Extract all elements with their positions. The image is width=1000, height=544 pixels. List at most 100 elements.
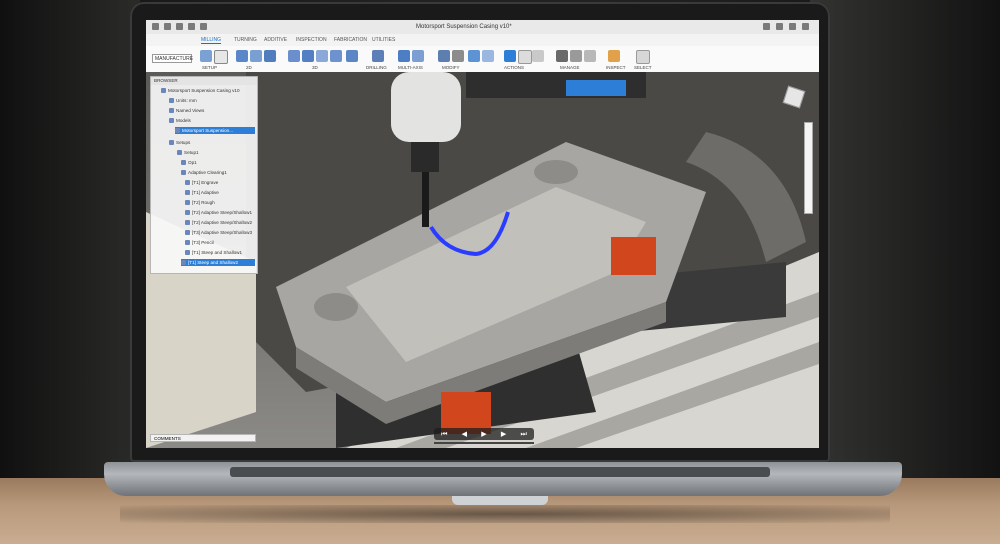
document-icon — [161, 88, 166, 94]
group-label-2d[interactable]: 2D — [246, 65, 252, 70]
tab-inspection[interactable]: INSPECTION — [296, 37, 327, 43]
side-slider[interactable] — [804, 122, 813, 214]
browser-item[interactable]: [T3] Adaptive Steep/Shallow3 — [185, 229, 252, 236]
new-setup-icon[interactable] — [214, 50, 228, 64]
workpiece-hole-top — [534, 160, 578, 184]
browser-item[interactable]: Named Views — [169, 107, 204, 114]
group-label-modify[interactable]: MODIFY — [442, 65, 460, 70]
skip-forward-icon[interactable]: ⏭ — [521, 431, 527, 438]
browser-item[interactable]: [T1] Engrave — [185, 179, 218, 186]
select-icon[interactable] — [636, 50, 650, 64]
browser-item[interactable]: [T1] Adaptive — [185, 189, 219, 196]
account-icon[interactable] — [802, 23, 809, 30]
group-label-multi-axis[interactable]: MULTI-AXIS — [398, 65, 423, 70]
browser-item[interactable]: Op1 — [181, 159, 197, 166]
browser-item[interactable]: [T2] Rough — [185, 199, 215, 206]
group-label-drilling[interactable]: DRILLING — [366, 65, 387, 70]
comments-panel[interactable]: COMMENTS — [150, 434, 256, 442]
simulate-icon[interactable] — [468, 50, 480, 62]
browser-item[interactable]: Setups — [169, 139, 190, 146]
tab-fabrication[interactable]: FABRICATION — [334, 37, 367, 43]
tool-library-icon[interactable] — [556, 50, 568, 62]
2d-adaptive-icon[interactable] — [236, 50, 248, 62]
browser-item[interactable]: Adaptive Clearing1 — [181, 169, 227, 176]
modify-icon[interactable] — [438, 50, 450, 62]
workpiece-hole-left — [314, 293, 358, 321]
multi-axis-icon[interactable] — [398, 50, 410, 62]
group-label-actions[interactable]: ACTIONS — [504, 65, 524, 70]
browser-item[interactable]: Motorsport Suspension Casing v10 — [161, 87, 240, 94]
browser-panel[interactable]: BROWSER Motorsport Suspension Casing v10… — [150, 76, 258, 274]
group-label-inspect[interactable]: INSPECT — [606, 65, 626, 70]
workspace-dropdown[interactable]: MANUFACTURE — [152, 54, 193, 63]
inspect-icon[interactable] — [608, 50, 620, 62]
group-label-setup[interactable]: SETUP — [202, 65, 217, 70]
background-left — [0, 0, 140, 480]
tab-utilities[interactable]: UTILITIES — [372, 37, 395, 43]
file-icon[interactable] — [164, 23, 171, 30]
group-label-manage[interactable]: MANAGE — [560, 65, 580, 70]
redo-icon[interactable] — [200, 23, 207, 30]
2d-contour-icon[interactable] — [264, 50, 276, 62]
operation-icon — [185, 230, 190, 236]
folder-icon — [169, 118, 174, 124]
browser-item[interactable]: Setup1 — [177, 149, 199, 156]
browser-item[interactable]: [T1] Steep and Shallow1 — [185, 249, 242, 256]
step-forward-icon[interactable]: ▶ — [501, 431, 506, 438]
group-label-3d[interactable]: 3D — [312, 65, 318, 70]
setup-icon[interactable] — [200, 50, 212, 62]
operation-icon — [185, 240, 190, 246]
post-process-icon[interactable] — [482, 50, 494, 62]
swarf-icon[interactable] — [412, 50, 424, 62]
save-icon[interactable] — [176, 23, 183, 30]
tab-turning[interactable]: TURNING — [234, 37, 257, 43]
browser-item[interactable]: [T3] Pencil — [185, 239, 214, 246]
3d-viewport[interactable]: BROWSER Motorsport Suspension Casing v10… — [146, 72, 819, 448]
add-tab-icon[interactable] — [763, 23, 770, 30]
quick-access-toolbar — [152, 23, 207, 30]
group-label-select[interactable]: SELECT — [634, 65, 652, 70]
3d-flow-icon[interactable] — [346, 50, 358, 62]
modify-options-icon[interactable] — [452, 50, 464, 62]
component-icon — [175, 128, 180, 134]
fixture-clamp-right — [611, 237, 656, 275]
machine-library-icon[interactable] — [584, 50, 596, 62]
browser-item[interactable]: [T2] Adaptive Steep/Shallow1 — [185, 209, 252, 216]
template-library-icon[interactable] — [570, 50, 582, 62]
operation-icon — [181, 260, 186, 266]
nc-program-icon[interactable] — [532, 50, 544, 62]
actions-active-icon[interactable] — [504, 50, 516, 62]
tab-milling[interactable]: MILLING — [201, 37, 222, 44]
step-back-icon[interactable]: ◀ — [462, 431, 467, 438]
drilling-icon[interactable] — [372, 50, 384, 62]
skip-back-icon[interactable]: ⏮ — [441, 431, 447, 438]
operation-icon — [181, 160, 186, 166]
operation-icon — [185, 210, 190, 216]
3d-scallop-icon[interactable] — [330, 50, 342, 62]
setup-sheet-icon[interactable] — [518, 50, 532, 64]
browser-item[interactable]: Units: mm — [169, 97, 197, 104]
grid-icon[interactable] — [152, 23, 159, 30]
browser-item[interactable]: [T2] Adaptive Steep/Shallow2 — [185, 219, 252, 226]
2d-pocket-icon[interactable] — [250, 50, 262, 62]
operation-icon — [185, 190, 190, 196]
3d-pocket-icon[interactable] — [302, 50, 314, 62]
play-icon[interactable]: ▶ — [481, 431, 486, 438]
browser-item-selected[interactable]: Motorsport Suspension... — [175, 127, 255, 134]
tab-additive[interactable]: ADDITIVE — [264, 37, 287, 43]
cutting-tool — [422, 172, 429, 227]
browser-item-selected[interactable]: [T1] Steep and Shallow2 — [181, 259, 255, 266]
operation-icon — [185, 220, 190, 226]
notifications-icon[interactable] — [776, 23, 783, 30]
3d-steep-shallow-icon[interactable] — [316, 50, 328, 62]
folder-icon — [169, 108, 174, 114]
help-icon[interactable] — [789, 23, 796, 30]
ribbon: MANUFACTURE SETUP 2D 3D DRILLING MULTI-A… — [146, 46, 819, 73]
browser-item[interactable]: Models — [169, 117, 191, 124]
3d-adaptive-icon[interactable] — [288, 50, 300, 62]
background-right — [810, 0, 1000, 480]
timeline-bar[interactable] — [434, 442, 534, 444]
operation-icon — [185, 200, 190, 206]
folder-icon — [169, 98, 174, 104]
undo-icon[interactable] — [188, 23, 195, 30]
